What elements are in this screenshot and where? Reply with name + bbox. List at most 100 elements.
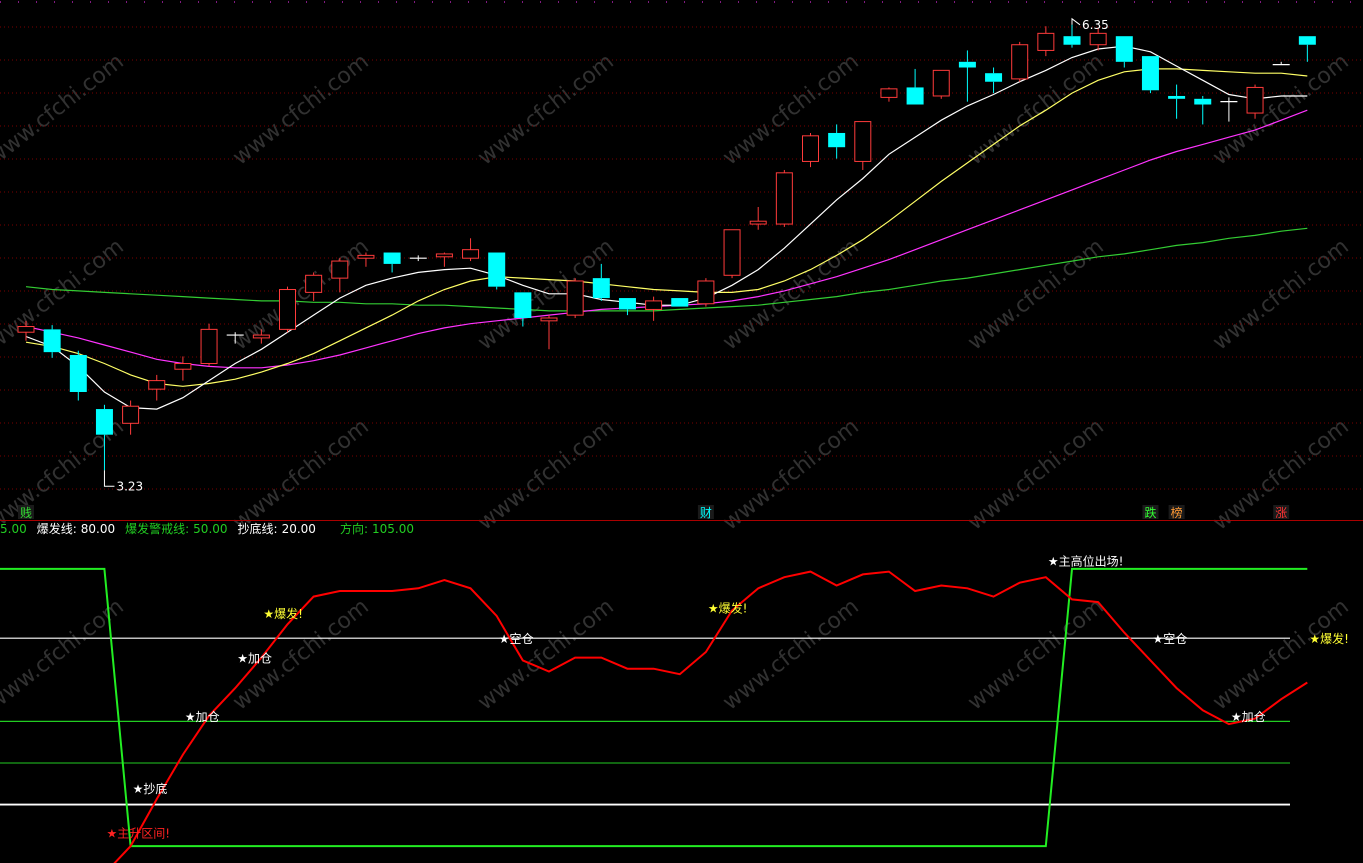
candle [880, 87, 898, 102]
candle-body [1141, 56, 1159, 91]
candle-body [880, 88, 898, 98]
candle [985, 67, 1003, 94]
candle-body [17, 326, 35, 333]
candle-body [95, 409, 113, 435]
candle [148, 374, 166, 401]
candle-body [932, 69, 950, 97]
candle [69, 350, 87, 401]
candle-body [148, 380, 166, 390]
ma20-line [25, 109, 1308, 369]
watermark-layer: www.cfchi.com www.cfchi.com www.cfchi.com w… [0, 49, 1354, 715]
watermark-text: www.cfchi.com [228, 414, 373, 535]
candle [958, 50, 976, 102]
candle-body [592, 278, 610, 299]
candle-body [985, 73, 1003, 82]
candle [566, 278, 584, 318]
candle [383, 252, 401, 273]
marker-label: 榜 [1171, 505, 1183, 520]
min-price-pointer [103, 470, 115, 487]
candle-body [906, 87, 924, 105]
watermark-text: www.cfchi.com [228, 49, 373, 170]
candle-body [357, 254, 375, 259]
watermark-text: www.cfchi.com [963, 234, 1108, 355]
param-partial: 5.00 [0, 522, 27, 536]
watermark-text: www.cfchi.com [1208, 49, 1353, 170]
candle-body [69, 354, 87, 392]
candle-body [435, 253, 453, 258]
candle-body [462, 249, 480, 259]
signal-annotation: ★空仓 [499, 632, 534, 646]
candle-body [645, 300, 663, 310]
candle [1011, 41, 1029, 82]
candle-body [566, 280, 584, 316]
candle [749, 206, 767, 230]
candle-body [122, 405, 140, 424]
candle-body [488, 252, 506, 287]
candle [932, 69, 950, 99]
candle [1037, 26, 1055, 57]
candle-body [252, 334, 270, 339]
event-markers: 贱 财 跌榜 涨 [18, 505, 1290, 520]
candle-body [1298, 36, 1316, 45]
candle-body [305, 274, 323, 293]
signal-annotation: ★爆发! [263, 606, 303, 621]
candle [618, 298, 636, 316]
ma5-line [25, 45, 1308, 410]
candle-body [1063, 36, 1081, 45]
indicator-panel: ★抄底 ★主升区间! ★加仓 ★加仓 ★爆发! ★空仓 ★爆发! ★主高位出场! ★空仓 ★加仓 ★… [0, 554, 1349, 863]
candle [697, 278, 715, 307]
candle-body [1089, 32, 1107, 46]
candle-body [775, 172, 793, 225]
signal-annotation: ★爆发! [1309, 631, 1349, 646]
candle-body [618, 298, 636, 310]
candle-body [828, 132, 846, 148]
param-dir-value: 105.00 [371, 522, 414, 536]
candle-body [697, 280, 715, 305]
candle [1115, 36, 1133, 68]
min-price-label: 3.23 [116, 479, 143, 493]
watermark-text: www.cfchi.com [1208, 594, 1353, 715]
candle-body [200, 328, 218, 365]
moving-average-lines [25, 45, 1308, 410]
candle [279, 286, 296, 333]
candle [488, 252, 506, 290]
candle-body [279, 289, 296, 330]
candle [645, 296, 663, 321]
param-bottom-label: 抄底线: [237, 522, 278, 536]
watermark-text: www.cfchi.com [718, 49, 863, 170]
candle [1272, 61, 1290, 66]
candle-body [1011, 44, 1029, 80]
watermark-text: www.cfchi.com [963, 49, 1108, 170]
indicator-params-bar: 5.00 爆发线: 80.00 爆发警戒线: 50.00 抄底线: 20.00 方向: 105.… [0, 520, 424, 538]
signal-annotation: ★爆发! [708, 601, 748, 616]
candle-body [671, 298, 689, 307]
param-warn-value: 50.00 [193, 522, 228, 536]
signal-annotation: ★加仓 [237, 652, 272, 666]
candle-body [383, 252, 401, 264]
signal-annotation: ★加仓 [185, 710, 220, 724]
candle [1141, 56, 1159, 94]
param-burst-label: 爆发线: [36, 522, 77, 536]
marker-label: 跌 [1144, 505, 1156, 520]
max-price-pointer [1071, 17, 1081, 26]
candle-body [802, 135, 819, 162]
candle [854, 121, 872, 170]
candle [331, 258, 349, 293]
watermark-text: www.cfchi.com [963, 594, 1108, 715]
stock-chart: www.cfchi.com www.cfchi.com www.cfchi.com w… [0, 1, 1363, 863]
candle [906, 68, 924, 105]
marker-label: 涨 [1275, 505, 1287, 520]
watermark-text: www.cfchi.com [963, 414, 1108, 535]
candle-body [854, 121, 872, 162]
signal-annotation: ★主升区间! [106, 826, 170, 840]
candle [1298, 36, 1316, 62]
candle-body [514, 292, 532, 318]
candle [775, 169, 793, 227]
candlestick-series [17, 24, 1316, 471]
signal-annotation: ★抄底 [133, 781, 168, 796]
param-burst-value: 80.00 [80, 522, 116, 536]
candle [671, 298, 689, 307]
candle-body [1037, 32, 1055, 51]
signal-annotation: ★空仓 [1152, 632, 1187, 646]
candle [828, 124, 846, 159]
